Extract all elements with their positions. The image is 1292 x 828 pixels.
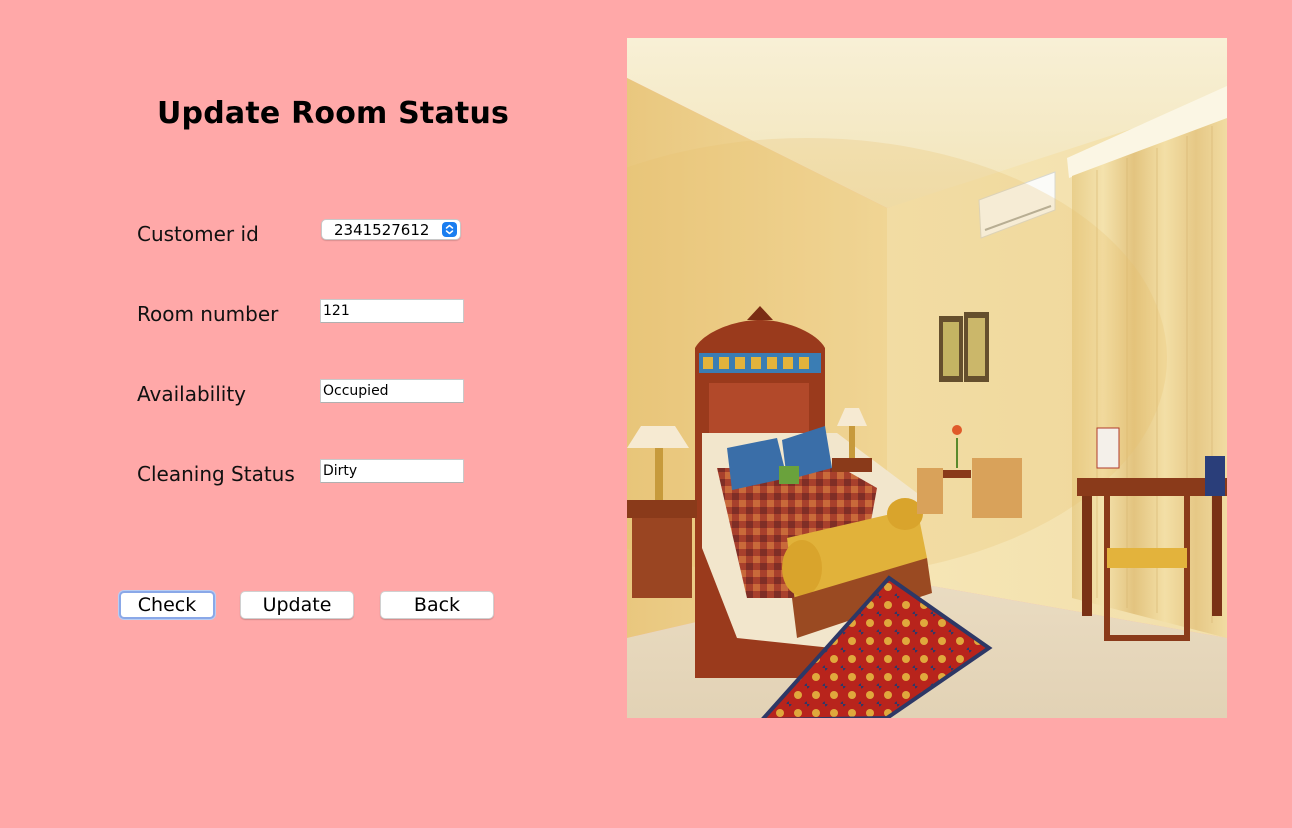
hotel-room-photo bbox=[627, 38, 1227, 718]
check-button[interactable]: Check bbox=[119, 591, 215, 619]
availability-label: Availability bbox=[137, 382, 247, 406]
dropdown-chevron-icon bbox=[442, 222, 457, 237]
page-title: Update Room Status bbox=[157, 96, 510, 131]
room-number-field[interactable] bbox=[320, 299, 464, 323]
cleaning-status-label: Cleaning Status bbox=[137, 462, 295, 486]
update-room-status-window: Update Room Status Customer id 234152761… bbox=[0, 0, 1292, 828]
update-button[interactable]: Update bbox=[240, 591, 354, 619]
customer-id-selected-value: 2341527612 bbox=[334, 221, 430, 239]
customer-id-label: Customer id bbox=[137, 222, 259, 246]
room-number-label: Room number bbox=[137, 302, 279, 326]
back-button[interactable]: Back bbox=[380, 591, 494, 619]
customer-id-dropdown[interactable]: 2341527612 bbox=[321, 219, 461, 240]
cleaning-status-field[interactable] bbox=[320, 459, 464, 483]
availability-field[interactable] bbox=[320, 379, 464, 403]
